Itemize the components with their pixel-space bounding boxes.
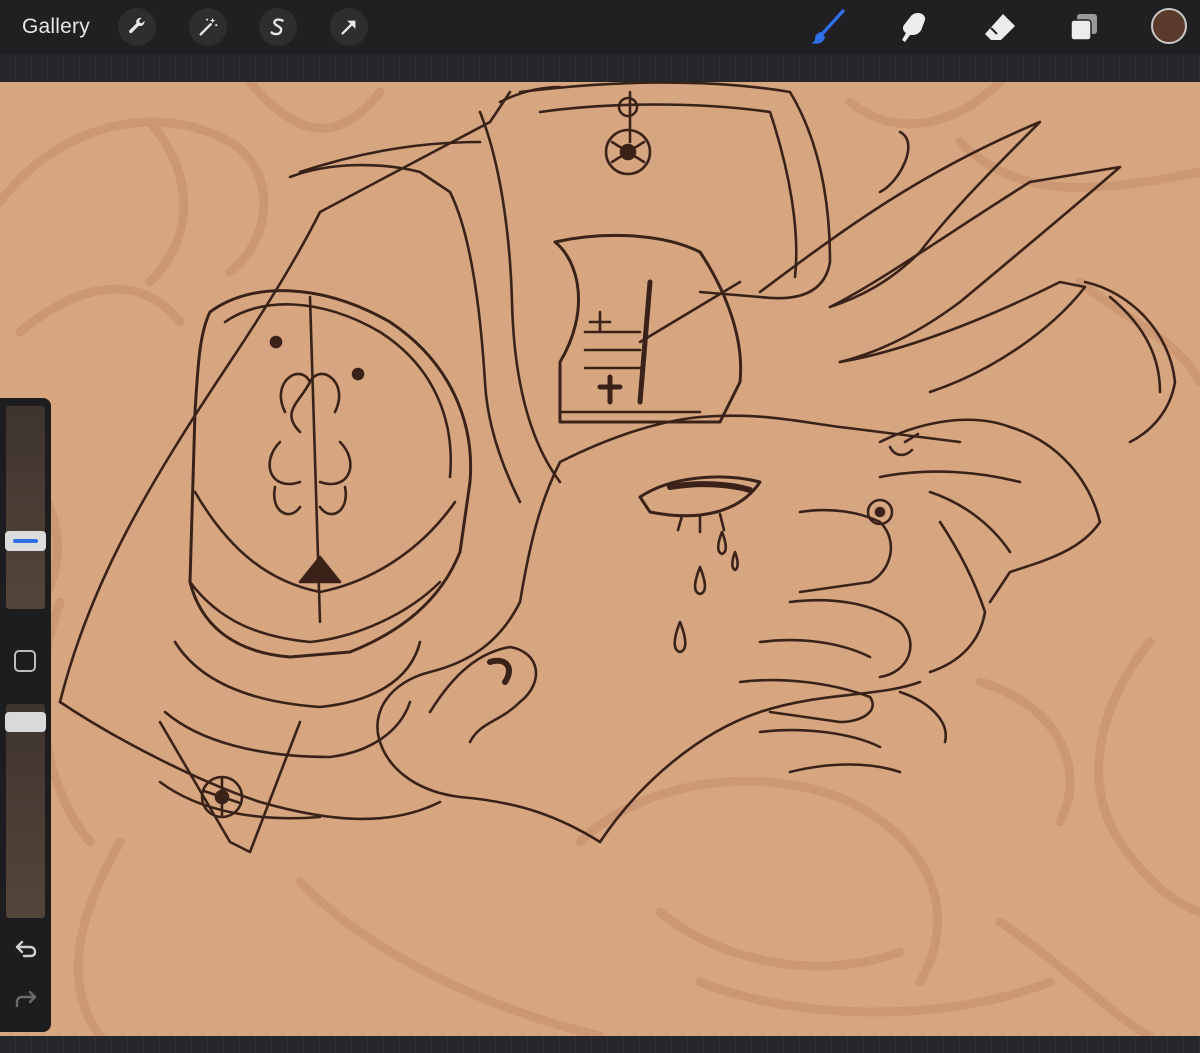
arrow-cursor-icon <box>341 20 356 35</box>
paint-tool-button[interactable] <box>808 8 848 46</box>
brush-size-slider[interactable] <box>6 406 45 609</box>
redo-arrow-icon <box>15 990 37 1008</box>
layers-icon <box>1070 14 1097 41</box>
layers-button[interactable] <box>1064 8 1104 46</box>
bottom-ruler <box>0 1036 1200 1053</box>
drawing-canvas[interactable] <box>0 82 1200 1036</box>
opacity-slider[interactable] <box>6 704 45 918</box>
brush-icon <box>811 9 845 44</box>
transform-button[interactable] <box>330 8 368 46</box>
color-picker-button[interactable] <box>1151 8 1187 44</box>
left-sidebar <box>0 398 51 1032</box>
modify-button[interactable] <box>14 650 36 672</box>
eraser-icon <box>985 14 1015 40</box>
smudge-finger-icon <box>902 13 926 42</box>
top-ruler <box>0 54 1200 82</box>
actions-button[interactable] <box>118 8 156 46</box>
redo-button[interactable] <box>13 988 39 1010</box>
selection-button[interactable] <box>259 8 297 46</box>
adjustments-button[interactable] <box>189 8 227 46</box>
smudge-tool-button[interactable] <box>893 8 933 46</box>
erase-tool-button[interactable] <box>980 8 1020 46</box>
sketch-layer <box>0 82 1200 1036</box>
top-toolbar: Gallery <box>0 0 1200 54</box>
undo-button[interactable] <box>13 938 39 960</box>
undo-arrow-icon <box>15 940 37 958</box>
wrench-icon <box>129 17 145 34</box>
line-art-layer <box>58 82 1177 854</box>
gallery-button[interactable]: Gallery <box>22 13 90 41</box>
magic-wand-icon <box>199 17 218 36</box>
selection-s-icon <box>270 18 284 36</box>
artwork <box>0 82 1200 1036</box>
brush-size-thumb[interactable] <box>5 531 46 551</box>
opacity-thumb[interactable] <box>5 712 46 732</box>
